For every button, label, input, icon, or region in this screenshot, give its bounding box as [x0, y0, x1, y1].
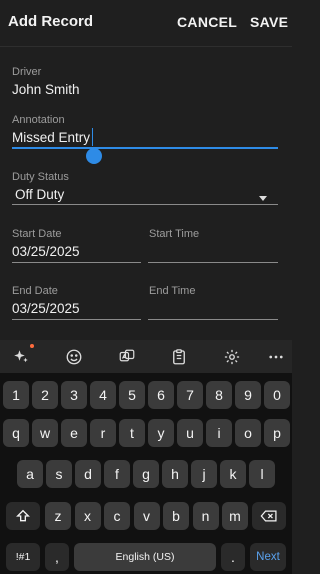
key-8[interactable]: 8 [206, 381, 232, 409]
key-period[interactable]: . [221, 543, 245, 571]
end-time-underline [148, 319, 278, 320]
start-date-input[interactable]: 03/25/2025 [12, 244, 80, 259]
key-9[interactable]: 9 [235, 381, 261, 409]
key-2[interactable]: 2 [32, 381, 58, 409]
cursor-handle[interactable] [86, 148, 102, 164]
key-j[interactable]: j [191, 460, 217, 488]
end-date-label: End Date [12, 285, 58, 297]
key-h[interactable]: h [162, 460, 188, 488]
key-3[interactable]: 3 [61, 381, 87, 409]
annotation-underline [12, 147, 278, 149]
key-m[interactable]: m [222, 502, 248, 530]
key-a[interactable]: a [17, 460, 43, 488]
key-b[interactable]: b [163, 502, 189, 530]
key-n[interactable]: n [192, 502, 219, 530]
key-x[interactable]: x [74, 502, 101, 530]
key-k[interactable]: k [220, 460, 246, 488]
start-time-underline [148, 262, 278, 263]
duty-status-label: Duty Status [12, 171, 69, 183]
key-6[interactable]: 6 [148, 381, 174, 409]
start-time-label: Start Time [149, 228, 200, 240]
key-l[interactable]: l [249, 460, 275, 488]
key-comma[interactable]: , [45, 543, 69, 571]
clipboard-icon[interactable] [167, 345, 191, 369]
key-4[interactable]: 4 [90, 381, 116, 409]
annotation-input[interactable]: Missed Entry [12, 130, 90, 145]
duty-status-underline [12, 204, 278, 205]
key-p[interactable]: p [264, 419, 290, 447]
record-form: Driver John Smith Annotation Missed Entr… [0, 47, 292, 339]
key-w[interactable]: w [32, 419, 58, 447]
save-button[interactable]: SAVE [250, 14, 288, 30]
key-next[interactable]: Next [250, 543, 286, 571]
emoji-icon[interactable] [62, 345, 86, 369]
cancel-button[interactable]: CANCEL [177, 14, 237, 30]
driver-value: John Smith [12, 82, 80, 97]
key-d[interactable]: d [75, 460, 101, 488]
key-c[interactable]: c [104, 502, 130, 530]
notification-dot [30, 344, 34, 348]
text-cursor [92, 128, 93, 146]
settings-icon[interactable] [220, 345, 244, 369]
key-e[interactable]: e [61, 419, 87, 447]
key-i[interactable]: i [206, 419, 232, 447]
duty-status-select[interactable]: Off Duty [15, 187, 64, 202]
keyboard-toolbar [0, 340, 292, 373]
more-icon[interactable] [264, 345, 288, 369]
key-0[interactable]: 0 [264, 381, 290, 409]
key-shift[interactable] [6, 502, 40, 530]
end-date-input[interactable]: 03/25/2025 [12, 301, 80, 316]
key-s[interactable]: s [46, 460, 72, 488]
page-title: Add Record [8, 13, 94, 30]
backspace-icon [260, 510, 277, 522]
keyboard: !#1 , English (US) . Next 1234567890 qwer… [0, 373, 292, 574]
app-bar: Add Record CANCEL SAVE [0, 0, 292, 47]
key-f[interactable]: f [104, 460, 130, 488]
key-space[interactable]: English (US) [74, 543, 216, 571]
driver-label: Driver [12, 66, 42, 78]
dropdown-arrow-icon[interactable] [259, 196, 267, 201]
key-backspace[interactable] [252, 502, 286, 530]
end-date-underline [12, 319, 141, 320]
key-g[interactable]: g [133, 460, 159, 488]
ai-sparkle-icon[interactable] [9, 345, 33, 369]
key-y[interactable]: y [148, 419, 174, 447]
key-o[interactable]: o [235, 419, 261, 447]
text-translate-icon[interactable] [115, 345, 139, 369]
shift-icon [16, 509, 30, 522]
key-q[interactable]: q [3, 419, 29, 447]
key-5[interactable]: 5 [119, 381, 145, 409]
end-time-label: End Time [149, 285, 196, 297]
key-r[interactable]: r [90, 419, 116, 447]
annotation-label: Annotation [12, 114, 65, 126]
key-1[interactable]: 1 [3, 381, 29, 409]
key-v[interactable]: v [133, 502, 160, 530]
key-symbols[interactable]: !#1 [6, 543, 40, 571]
start-date-underline [12, 262, 141, 263]
key-z[interactable]: z [45, 502, 71, 530]
key-7[interactable]: 7 [177, 381, 203, 409]
start-date-label: Start Date [12, 228, 62, 240]
key-u[interactable]: u [177, 419, 203, 447]
key-t[interactable]: t [119, 419, 145, 447]
